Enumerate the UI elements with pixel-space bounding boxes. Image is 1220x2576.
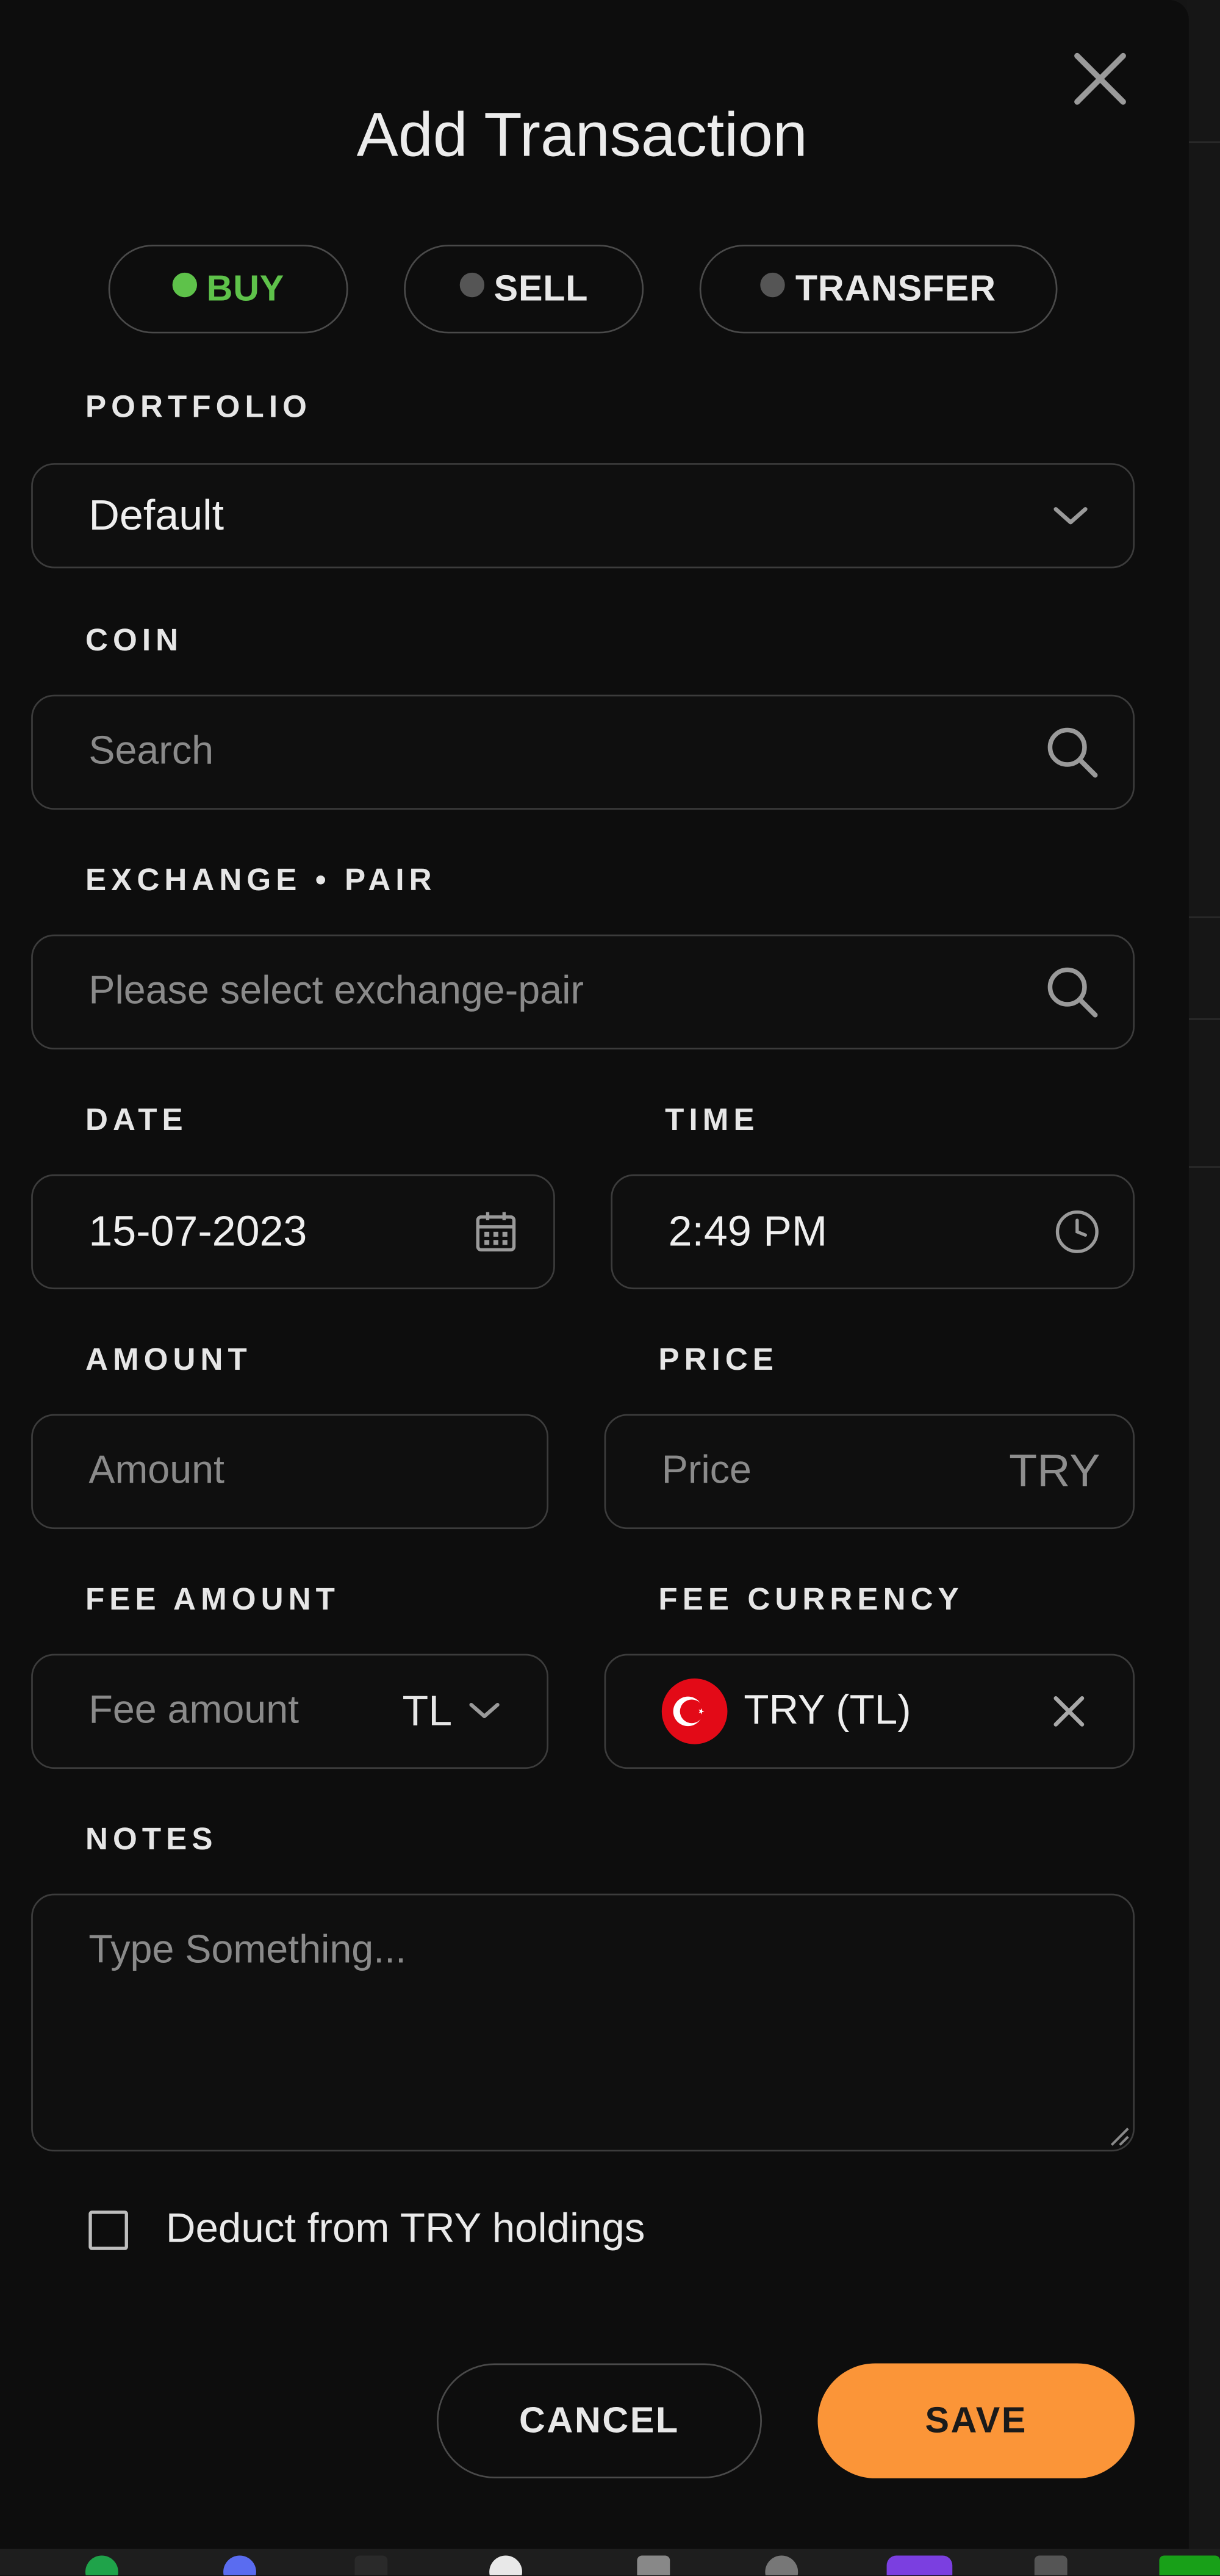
portfolio-select[interactable]: Default	[31, 463, 1135, 569]
calendar-icon[interactable]	[475, 1211, 517, 1253]
time-label: TIME	[665, 1103, 759, 1139]
date-label: DATE	[85, 1103, 188, 1139]
clock-icon[interactable]	[1054, 1209, 1100, 1254]
fee-unit-select[interactable]: TL	[402, 1686, 452, 1736]
status-dot	[172, 272, 197, 297]
background-page	[1187, 0, 1220, 2575]
save-button[interactable]: SAVE	[817, 2363, 1135, 2478]
taskbar-app-icon[interactable]	[354, 2555, 388, 2575]
price-currency-suffix: TRY	[1009, 1445, 1100, 1497]
modal-title: Add Transaction	[356, 101, 808, 171]
status-dot	[761, 272, 786, 297]
taskbar-app-icon[interactable]	[765, 2555, 798, 2575]
background-divider	[1188, 1018, 1220, 1020]
exchange-pair-placeholder: Please select exchange-pair	[88, 969, 584, 1013]
stage: Add Transaction BUY SELL TRANSFER PORTFO…	[0, 0, 1220, 2575]
notes-placeholder: Type Something...	[88, 1928, 407, 1973]
exchange-pair-input[interactable]: Please select exchange-pair	[31, 934, 1135, 1050]
taskbar-app-icon[interactable]	[489, 2555, 522, 2575]
fee-currency-select[interactable]: TRY (TL)	[604, 1653, 1135, 1769]
taskbar-app-icon[interactable]	[1159, 2555, 1220, 2575]
tab-buy-label: BUY	[206, 267, 285, 309]
fee-amount-input[interactable]: Fee amount TL	[31, 1653, 549, 1769]
taskbar-app-icon[interactable]	[223, 2555, 256, 2575]
background-divider	[1188, 916, 1220, 918]
add-transaction-modal: Add Transaction BUY SELL TRANSFER PORTFO…	[0, 0, 1189, 2549]
coin-search-input[interactable]: Search	[31, 694, 1135, 810]
chevron-down-icon[interactable]	[468, 1702, 501, 1721]
status-dot	[459, 272, 484, 297]
taskbar-app-icon[interactable]	[637, 2555, 670, 2575]
time-value: 2:49 PM	[668, 1206, 828, 1256]
fee-currency-value: TRY (TL)	[744, 1687, 911, 1734]
turkey-flag-icon	[661, 1678, 728, 1744]
taskbar-app-icon[interactable]	[1034, 2555, 1068, 2575]
fee-amount-label: FEE AMOUNT	[85, 1583, 340, 1618]
price-label: PRICE	[658, 1343, 779, 1378]
taskbar-app-icon[interactable]	[886, 2555, 953, 2575]
search-icon	[1047, 727, 1098, 778]
deduct-holdings-checkbox[interactable]	[88, 2211, 128, 2250]
coin-label: COIN	[85, 624, 184, 659]
resize-handle-icon[interactable]	[1107, 2123, 1130, 2146]
date-input[interactable]: 15-07-2023	[31, 1174, 555, 1290]
tab-sell[interactable]: SELL	[404, 245, 644, 334]
amount-input[interactable]: Amount	[31, 1414, 549, 1530]
deduct-holdings-label[interactable]: Deduct from TRY holdings	[166, 2206, 645, 2253]
chevron-down-icon	[1053, 507, 1088, 525]
portfolio-value: Default	[88, 490, 224, 540]
close-button[interactable]	[1068, 46, 1133, 112]
close-icon[interactable]	[1068, 46, 1133, 112]
clear-icon[interactable]	[1051, 1693, 1087, 1729]
notes-label: NOTES	[85, 1822, 218, 1858]
amount-placeholder: Amount	[88, 1448, 225, 1493]
cancel-button[interactable]: CANCEL	[437, 2363, 762, 2478]
price-input[interactable]: Price TRY	[604, 1414, 1135, 1530]
exchange-pair-label: EXCHANGE • PAIR	[85, 863, 437, 899]
background-divider	[1188, 1166, 1220, 1168]
taskbar-app-icon[interactable]	[85, 2555, 118, 2575]
portfolio-label: PORTFOLIO	[85, 390, 312, 426]
tab-transfer-label: TRANSFER	[795, 267, 996, 309]
amount-label: AMOUNT	[85, 1343, 252, 1378]
search-icon	[1047, 967, 1098, 1018]
price-placeholder: Price	[661, 1448, 752, 1493]
coin-search-placeholder: Search	[88, 729, 214, 774]
date-value: 15-07-2023	[88, 1206, 307, 1256]
taskbar	[0, 2549, 1220, 2575]
tab-sell-label: SELL	[493, 267, 589, 309]
fee-currency-label: FEE CURRENCY	[658, 1583, 964, 1618]
background-divider	[1188, 141, 1220, 143]
time-input[interactable]: 2:49 PM	[611, 1174, 1135, 1290]
fee-amount-placeholder: Fee amount	[88, 1688, 300, 1733]
tab-transfer[interactable]: TRANSFER	[699, 245, 1058, 334]
tab-buy[interactable]: BUY	[108, 245, 348, 334]
notes-textarea[interactable]: Type Something...	[31, 1893, 1135, 2152]
